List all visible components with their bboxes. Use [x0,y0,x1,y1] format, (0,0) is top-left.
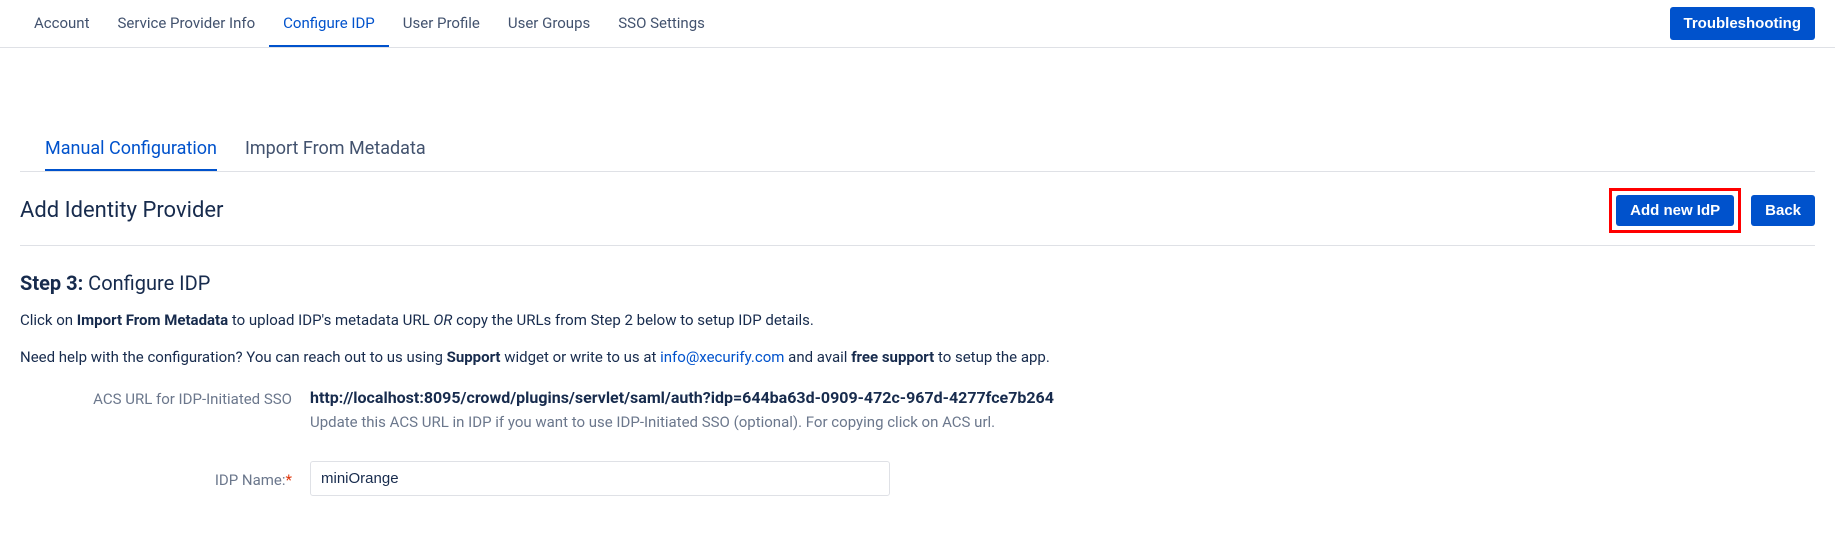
required-indicator: * [286,471,292,489]
idp-name-row: IDP Name:* [20,461,1815,496]
tab-sso-settings[interactable]: SSO Settings [604,1,719,47]
back-button[interactable]: Back [1751,195,1815,226]
troubleshooting-button[interactable]: Troubleshooting [1670,7,1816,40]
tab-account[interactable]: Account [20,1,104,47]
instruction-line-1: Click on Import From Metadata to upload … [20,310,1815,331]
idp-name-input[interactable] [310,461,890,496]
subtab-manual-configuration[interactable]: Manual Configuration [45,128,217,171]
step-section: Step 3: Configure IDP Click on Import Fr… [20,271,1815,496]
step-name: Configure IDP [83,271,210,295]
instruction-line-2: Need help with the configuration? You ca… [20,347,1815,368]
support-email-link[interactable]: info@xecurify.com [660,348,784,366]
sub-tabs: Manual Configuration Import From Metadat… [20,128,1815,172]
page-header: Add Identity Provider Add new IdP Back [20,172,1815,246]
acs-url-value[interactable]: http://localhost:8095/crowd/plugins/serv… [310,388,1815,407]
acs-url-label: ACS URL for IDP-Initiated SSO [20,388,310,408]
top-nav-tabs: Account Service Provider Info Configure … [20,1,1670,47]
acs-url-note: Update this ACS URL in IDP if you want t… [310,413,1815,431]
header-buttons: Add new IdP Back [1609,188,1815,233]
tab-user-profile[interactable]: User Profile [389,1,494,47]
acs-url-value-container: http://localhost:8095/crowd/plugins/serv… [310,388,1815,431]
subtab-import-from-metadata[interactable]: Import From Metadata [245,128,426,171]
tab-user-groups[interactable]: User Groups [494,1,604,47]
idp-name-value-container [310,461,1815,496]
step-title: Step 3: Configure IDP [20,271,1815,295]
main-content: Manual Configuration Import From Metadat… [0,48,1835,516]
step-number: Step 3: [20,271,83,295]
top-navigation: Account Service Provider Info Configure … [0,0,1835,48]
add-new-idp-button[interactable]: Add new IdP [1616,195,1734,226]
tab-service-provider-info[interactable]: Service Provider Info [104,1,270,47]
tab-configure-idp[interactable]: Configure IDP [269,1,389,47]
highlight-box: Add new IdP [1609,188,1741,233]
acs-url-row: ACS URL for IDP-Initiated SSO http://loc… [20,388,1815,431]
page-title: Add Identity Provider [20,198,223,223]
idp-name-label: IDP Name:* [20,469,310,489]
